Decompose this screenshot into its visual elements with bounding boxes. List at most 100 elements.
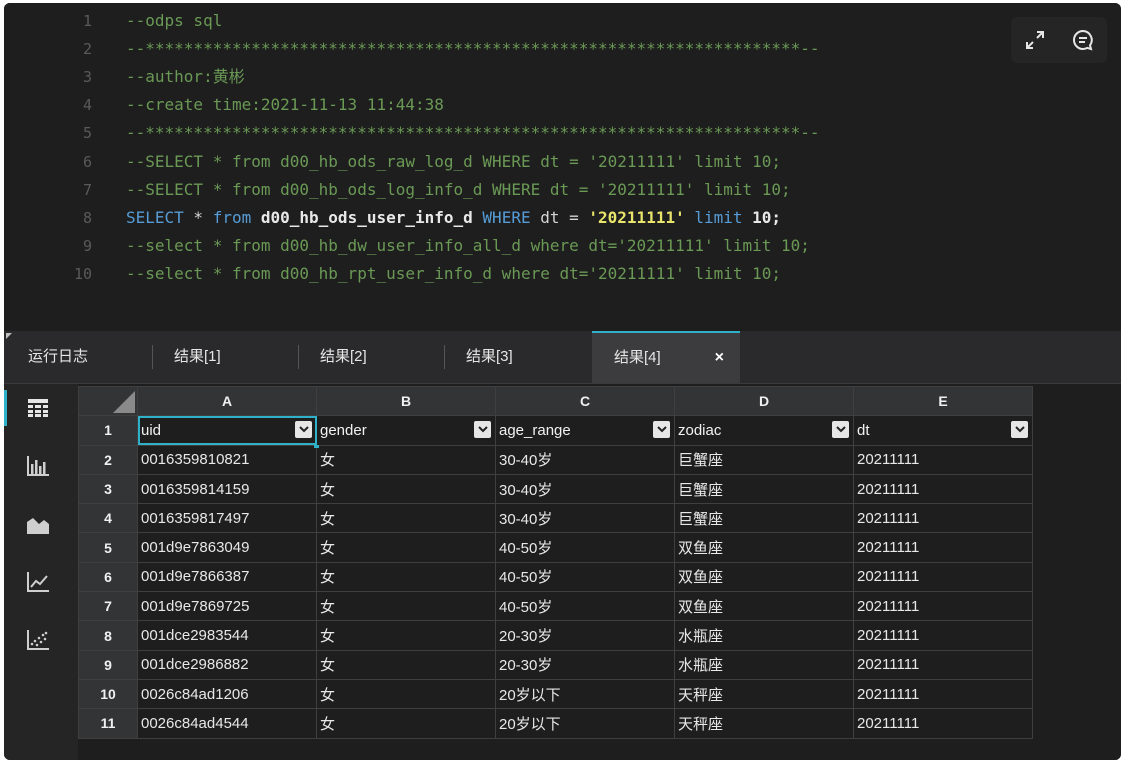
table-cell[interactable]: 巨蟹座: [674, 444, 854, 475]
panel-corner-mark: [6, 333, 12, 339]
table-cell[interactable]: 20211111: [853, 678, 1033, 710]
table-cell[interactable]: 20岁以下: [495, 708, 675, 739]
table-cell[interactable]: 0026c84ad4544: [137, 708, 317, 739]
column-header[interactable]: E: [853, 385, 1033, 417]
row-number[interactable]: 7: [78, 591, 138, 622]
field-header-cell[interactable]: dt: [853, 415, 1033, 446]
bar-chart-button[interactable]: [22, 450, 54, 482]
table-cell[interactable]: 20211111: [853, 708, 1033, 739]
table-cell[interactable]: 女: [316, 649, 496, 680]
table-cell[interactable]: 天秤座: [674, 678, 854, 710]
comment-button[interactable]: [1066, 23, 1100, 57]
table-cell[interactable]: 20211111: [853, 591, 1033, 622]
row-number[interactable]: 10: [78, 678, 138, 710]
area-chart-button[interactable]: [22, 508, 54, 540]
row-number[interactable]: 1: [78, 415, 138, 446]
column-header[interactable]: D: [674, 385, 854, 417]
table-cell[interactable]: 20-30岁: [495, 649, 675, 680]
table-cell[interactable]: 20211111: [853, 649, 1033, 680]
table-cell[interactable]: 双鱼座: [674, 591, 854, 622]
table-cell[interactable]: 女: [316, 620, 496, 651]
table-cell[interactable]: 40-50岁: [495, 591, 675, 622]
table-cell[interactable]: 001dce2986882: [137, 649, 317, 680]
tab-result-4-label: 结果[4]: [614, 349, 661, 366]
odps-sql-editor-window: 1 --odps sql 2 --**************************…: [4, 3, 1121, 760]
field-header-cell[interactable]: uid: [137, 415, 319, 448]
table-cell[interactable]: 001d9e7869725: [137, 591, 317, 622]
table-cell[interactable]: 001dce2983544: [137, 620, 317, 651]
filter-dropdown-button[interactable]: [653, 421, 670, 439]
table-cell[interactable]: 0016359817497: [137, 503, 317, 534]
line-number: 9: [82, 236, 92, 255]
table-cell[interactable]: 40-50岁: [495, 532, 675, 563]
table-cell[interactable]: 女: [316, 503, 496, 534]
row-number[interactable]: 2: [78, 444, 138, 475]
line-chart-button[interactable]: [22, 566, 54, 598]
filter-dropdown-button[interactable]: [474, 421, 491, 439]
table-cell[interactable]: 20211111: [853, 561, 1033, 593]
table-cell[interactable]: 30-40岁: [495, 444, 675, 475]
row-number[interactable]: 11: [78, 708, 138, 739]
row-number[interactable]: 8: [78, 620, 138, 651]
table-cell[interactable]: 巨蟹座: [674, 503, 854, 534]
table-cell[interactable]: 女: [316, 444, 496, 475]
table-cell[interactable]: 双鱼座: [674, 532, 854, 563]
table-cell[interactable]: 001d9e7866387: [137, 561, 317, 593]
table-row: 4 0016359817497 女 30-40岁 巨蟹座 20211111: [78, 503, 1033, 534]
row-number[interactable]: 4: [78, 503, 138, 534]
tab-result-3[interactable]: 结果[3]: [466, 331, 513, 383]
table-cell[interactable]: 20岁以下: [495, 678, 675, 710]
table-cell[interactable]: 巨蟹座: [674, 473, 854, 505]
line-number: 3: [82, 68, 92, 87]
table-cell[interactable]: 女: [316, 678, 496, 710]
row-number[interactable]: 6: [78, 561, 138, 593]
table-cell[interactable]: 20211111: [853, 473, 1033, 505]
row-number[interactable]: 3: [78, 473, 138, 505]
table-cell[interactable]: 0016359810821: [137, 444, 317, 475]
table-cell[interactable]: 20211111: [853, 620, 1033, 651]
table-cell[interactable]: 30-40岁: [495, 503, 675, 534]
table-cell[interactable]: 水瓶座: [674, 620, 854, 651]
row-number[interactable]: 9: [78, 649, 138, 680]
table-cell[interactable]: 0016359814159: [137, 473, 317, 505]
table-cell[interactable]: 20211111: [853, 444, 1033, 475]
code-editor[interactable]: 1 --odps sql 2 --**************************…: [4, 3, 1121, 331]
table-cell[interactable]: 30-40岁: [495, 473, 675, 505]
table-cell[interactable]: 20-30岁: [495, 620, 675, 651]
close-tab-button[interactable]: ×: [715, 333, 724, 383]
table-cell[interactable]: 女: [316, 473, 496, 505]
table-cell[interactable]: 双鱼座: [674, 561, 854, 593]
scatter-chart-button[interactable]: [22, 624, 54, 656]
filter-dropdown-button[interactable]: [1011, 421, 1028, 439]
line-number: 6: [82, 152, 92, 171]
column-header[interactable]: C: [495, 385, 675, 417]
expand-button[interactable]: [1018, 23, 1052, 57]
table-cell[interactable]: 女: [316, 708, 496, 739]
select-all-corner[interactable]: [78, 385, 138, 417]
tab-result-2[interactable]: 结果[2]: [320, 331, 367, 383]
table-cell[interactable]: 女: [316, 532, 496, 563]
table-cell[interactable]: 001d9e7863049: [137, 532, 317, 563]
tab-run-log[interactable]: 运行日志: [28, 331, 88, 383]
column-header[interactable]: B: [316, 385, 496, 417]
line-number: 2: [82, 40, 92, 59]
table-cell[interactable]: 水瓶座: [674, 649, 854, 680]
field-header-cell[interactable]: gender: [316, 415, 496, 446]
field-header-cell[interactable]: zodiac: [674, 415, 854, 446]
table-cell[interactable]: 40-50岁: [495, 561, 675, 593]
filter-dropdown-button[interactable]: [295, 421, 312, 439]
table-cell[interactable]: 20211111: [853, 532, 1033, 563]
tab-result-1[interactable]: 结果[1]: [174, 331, 221, 383]
filter-dropdown-button[interactable]: [832, 421, 849, 439]
column-header[interactable]: A: [137, 385, 317, 417]
table-cell[interactable]: 女: [316, 591, 496, 622]
tab-result-4[interactable]: 结果[4] ×: [592, 331, 740, 383]
field-header-cell[interactable]: age_range: [495, 415, 675, 446]
table-view-button[interactable]: [22, 392, 54, 424]
table-cell[interactable]: 20211111: [853, 503, 1033, 534]
table-cell[interactable]: 天秤座: [674, 708, 854, 739]
code-line: --select * from d00_hb_dw_user_info_all_…: [126, 232, 1121, 260]
table-cell[interactable]: 0026c84ad1206: [137, 678, 317, 710]
table-cell[interactable]: 女: [316, 561, 496, 593]
row-number[interactable]: 5: [78, 532, 138, 563]
